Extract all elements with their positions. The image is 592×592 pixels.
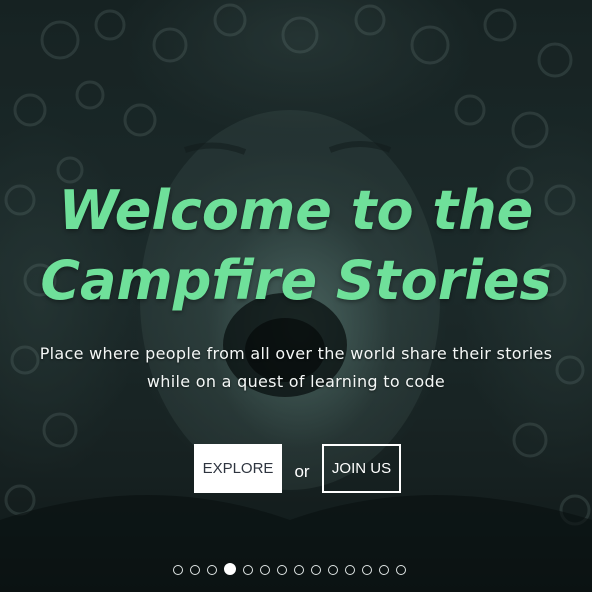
carousel-dot[interactable]	[345, 564, 355, 575]
carousel-dot[interactable]	[379, 564, 389, 575]
hero-title-line-2: Campfire Stories	[40, 249, 552, 312]
carousel-dot[interactable]	[277, 564, 287, 575]
carousel-dot-active[interactable]	[224, 563, 236, 575]
hero-section: Welcome to the Campfire Stories Place wh…	[0, 0, 592, 592]
carousel-pagination	[173, 563, 413, 575]
hero-title: Welcome to the Campfire Stories	[0, 176, 592, 316]
carousel-dot[interactable]	[362, 564, 372, 575]
hero-subtitle-line-2: while on a quest of learning to code	[146, 372, 446, 391]
carousel-dot[interactable]	[260, 564, 270, 575]
hero-subtitle-line-1: Place where people from all over the wor…	[39, 344, 553, 363]
cta-row: EXPLORE or JOIN US	[194, 444, 401, 493]
carousel-dot[interactable]	[190, 564, 200, 575]
carousel-dot[interactable]	[173, 564, 183, 575]
explore-button[interactable]: EXPLORE	[194, 444, 282, 493]
carousel-dot[interactable]	[243, 564, 253, 575]
join-us-button[interactable]: JOIN US	[322, 444, 401, 493]
carousel-dot[interactable]	[207, 564, 217, 575]
carousel-dot[interactable]	[294, 564, 304, 575]
hero-subtitle: Place where people from all over the wor…	[0, 340, 592, 396]
carousel-dot[interactable]	[311, 564, 321, 575]
carousel-dot[interactable]	[396, 564, 406, 575]
or-separator: or	[294, 461, 310, 481]
carousel-dot[interactable]	[328, 564, 338, 575]
hero-title-line-1: Welcome to the	[58, 179, 534, 242]
